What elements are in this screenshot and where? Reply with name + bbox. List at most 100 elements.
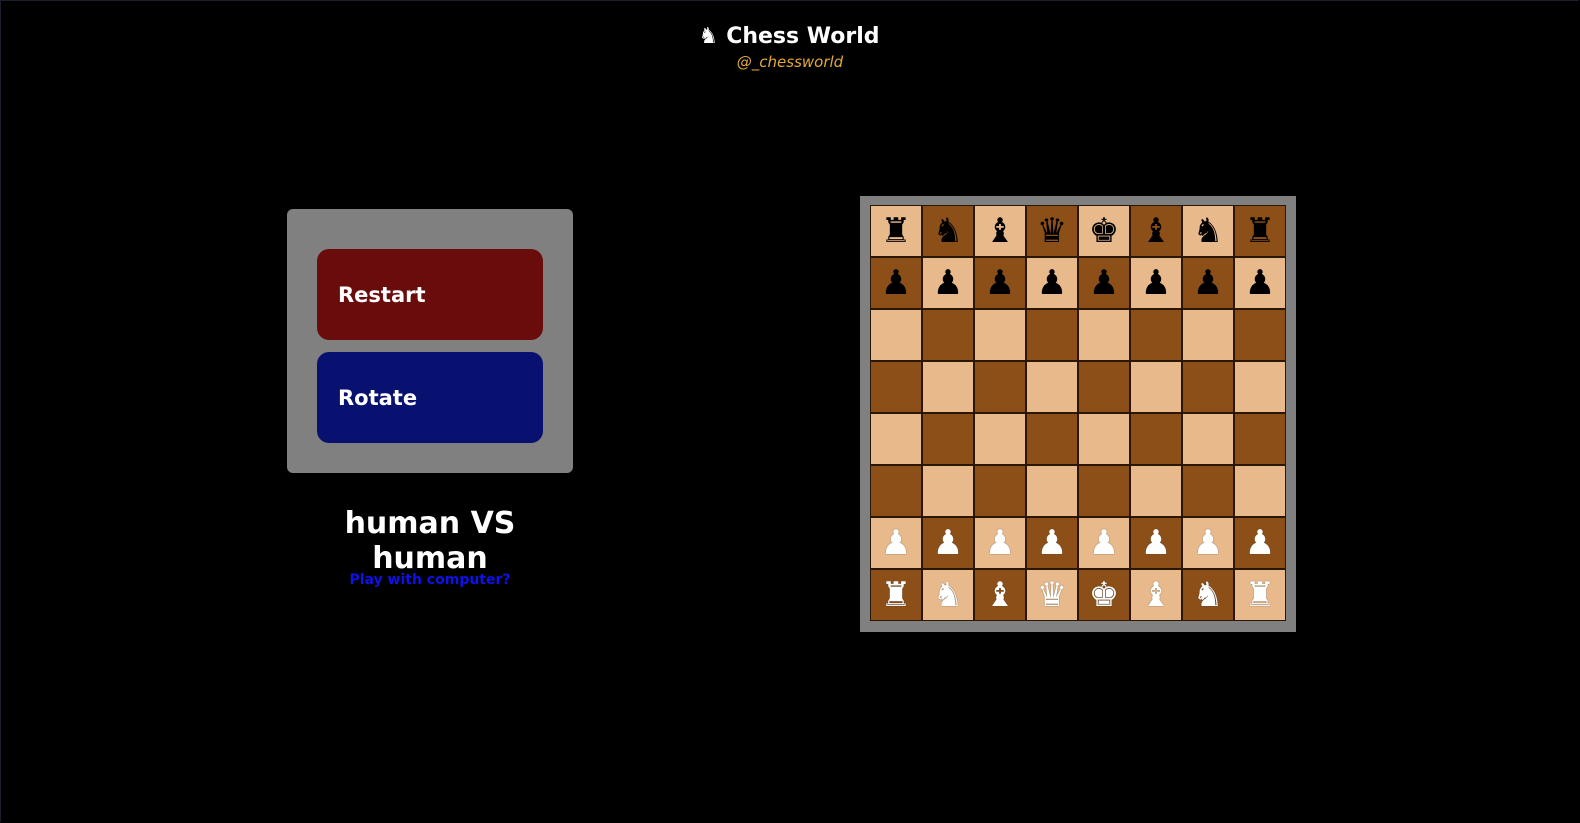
white-piece[interactable]: ♞: [1193, 578, 1223, 612]
black-piece[interactable]: ♞: [933, 214, 963, 248]
square-d7[interactable]: ♟: [1026, 257, 1078, 309]
square-h6[interactable]: [1234, 309, 1286, 361]
black-piece[interactable]: ♜: [1245, 214, 1275, 248]
rotate-button[interactable]: Rotate: [317, 352, 543, 443]
restart-button[interactable]: Restart: [317, 249, 543, 340]
square-b8[interactable]: ♞: [922, 205, 974, 257]
square-e1[interactable]: ♚: [1078, 569, 1130, 621]
black-piece[interactable]: ♟: [985, 266, 1015, 300]
square-f1[interactable]: ♝: [1130, 569, 1182, 621]
square-f7[interactable]: ♟: [1130, 257, 1182, 309]
square-g3[interactable]: [1182, 465, 1234, 517]
square-g6[interactable]: [1182, 309, 1234, 361]
square-h8[interactable]: ♜: [1234, 205, 1286, 257]
white-piece[interactable]: ♟: [1037, 526, 1067, 560]
social-handle: @_chessworld: [736, 53, 844, 71]
black-piece[interactable]: ♞: [1193, 214, 1223, 248]
white-piece[interactable]: ♝: [985, 578, 1015, 612]
square-f3[interactable]: [1130, 465, 1182, 517]
white-piece[interactable]: ♜: [1245, 578, 1275, 612]
black-piece[interactable]: ♟: [1141, 266, 1171, 300]
square-e8[interactable]: ♚: [1078, 205, 1130, 257]
square-e6[interactable]: [1078, 309, 1130, 361]
square-d2[interactable]: ♟: [1026, 517, 1078, 569]
square-f2[interactable]: ♟: [1130, 517, 1182, 569]
square-a8[interactable]: ♜: [870, 205, 922, 257]
square-b4[interactable]: [922, 413, 974, 465]
white-piece[interactable]: ♟: [1089, 526, 1119, 560]
square-b5[interactable]: [922, 361, 974, 413]
white-piece[interactable]: ♟: [1141, 526, 1171, 560]
square-g8[interactable]: ♞: [1182, 205, 1234, 257]
black-piece[interactable]: ♚: [1089, 214, 1119, 248]
square-e3[interactable]: [1078, 465, 1130, 517]
square-b7[interactable]: ♟: [922, 257, 974, 309]
square-d5[interactable]: [1026, 361, 1078, 413]
square-h7[interactable]: ♟: [1234, 257, 1286, 309]
black-piece[interactable]: ♟: [1089, 266, 1119, 300]
square-h2[interactable]: ♟: [1234, 517, 1286, 569]
play-with-computer-link[interactable]: Play with computer?: [287, 572, 573, 588]
square-c2[interactable]: ♟: [974, 517, 1026, 569]
square-b6[interactable]: [922, 309, 974, 361]
black-piece[interactable]: ♜: [881, 214, 911, 248]
square-c1[interactable]: ♝: [974, 569, 1026, 621]
square-c6[interactable]: [974, 309, 1026, 361]
square-f8[interactable]: ♝: [1130, 205, 1182, 257]
white-piece[interactable]: ♟: [933, 526, 963, 560]
white-piece[interactable]: ♚: [1089, 578, 1119, 612]
black-piece[interactable]: ♝: [1141, 214, 1171, 248]
square-a3[interactable]: [870, 465, 922, 517]
square-d4[interactable]: [1026, 413, 1078, 465]
black-piece[interactable]: ♛: [1037, 214, 1067, 248]
square-d6[interactable]: [1026, 309, 1078, 361]
white-piece[interactable]: ♟: [985, 526, 1015, 560]
square-e4[interactable]: [1078, 413, 1130, 465]
square-h1[interactable]: ♜: [1234, 569, 1286, 621]
square-b1[interactable]: ♞: [922, 569, 974, 621]
white-piece[interactable]: ♟: [1193, 526, 1223, 560]
square-h5[interactable]: [1234, 361, 1286, 413]
square-a6[interactable]: [870, 309, 922, 361]
square-b2[interactable]: ♟: [922, 517, 974, 569]
square-g2[interactable]: ♟: [1182, 517, 1234, 569]
black-piece[interactable]: ♟: [1037, 266, 1067, 300]
square-f6[interactable]: [1130, 309, 1182, 361]
square-g4[interactable]: [1182, 413, 1234, 465]
square-c8[interactable]: ♝: [974, 205, 1026, 257]
square-b3[interactable]: [922, 465, 974, 517]
white-piece[interactable]: ♜: [881, 578, 911, 612]
black-piece[interactable]: ♝: [985, 214, 1015, 248]
square-g5[interactable]: [1182, 361, 1234, 413]
square-g7[interactable]: ♟: [1182, 257, 1234, 309]
black-piece[interactable]: ♟: [933, 266, 963, 300]
white-piece[interactable]: ♞: [933, 578, 963, 612]
square-a2[interactable]: ♟: [870, 517, 922, 569]
square-a4[interactable]: [870, 413, 922, 465]
square-c5[interactable]: [974, 361, 1026, 413]
square-a1[interactable]: ♜: [870, 569, 922, 621]
white-piece[interactable]: ♝: [1141, 578, 1171, 612]
square-a5[interactable]: [870, 361, 922, 413]
white-piece[interactable]: ♟: [1245, 526, 1275, 560]
square-a7[interactable]: ♟: [870, 257, 922, 309]
square-d8[interactable]: ♛: [1026, 205, 1078, 257]
square-c7[interactable]: ♟: [974, 257, 1026, 309]
square-c3[interactable]: [974, 465, 1026, 517]
black-piece[interactable]: ♟: [881, 266, 911, 300]
white-piece[interactable]: ♟: [881, 526, 911, 560]
square-f4[interactable]: [1130, 413, 1182, 465]
square-f5[interactable]: [1130, 361, 1182, 413]
square-d1[interactable]: ♛: [1026, 569, 1078, 621]
black-piece[interactable]: ♟: [1245, 266, 1275, 300]
square-e2[interactable]: ♟: [1078, 517, 1130, 569]
square-g1[interactable]: ♞: [1182, 569, 1234, 621]
square-e7[interactable]: ♟: [1078, 257, 1130, 309]
square-c4[interactable]: [974, 413, 1026, 465]
black-piece[interactable]: ♟: [1193, 266, 1223, 300]
square-h4[interactable]: [1234, 413, 1286, 465]
white-piece[interactable]: ♛: [1037, 578, 1067, 612]
square-e5[interactable]: [1078, 361, 1130, 413]
square-h3[interactable]: [1234, 465, 1286, 517]
square-d3[interactable]: [1026, 465, 1078, 517]
